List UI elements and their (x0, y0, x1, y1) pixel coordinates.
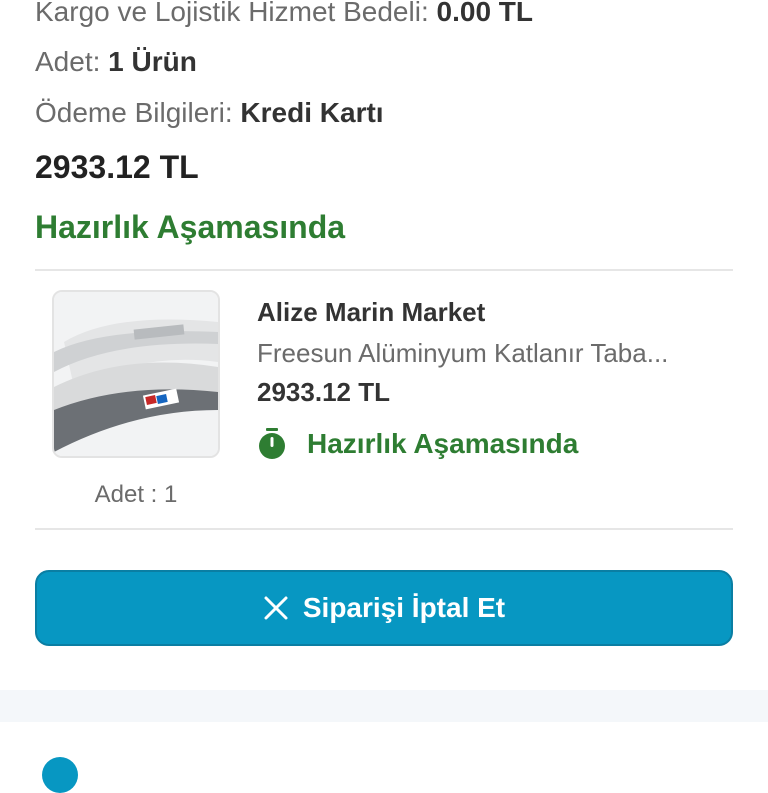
next-section-icon (42, 757, 78, 793)
order-total: 2933.12 TL (35, 149, 199, 185)
cargo-fee-value: 0.00 TL (436, 0, 533, 27)
divider (35, 269, 733, 271)
payment-row: Ödeme Bilgileri: Kredi Kartı (35, 96, 384, 130)
timer-icon (259, 428, 285, 459)
payment-label: Ödeme Bilgileri: (35, 97, 233, 128)
product-price: 2933.12 TL (257, 377, 390, 407)
cancel-order-label: Siparişi İptal Et (302, 592, 506, 623)
cancel-order-button[interactable]: Siparişi İptal Et (35, 570, 733, 646)
order-status: Hazırlık Aşamasında (35, 209, 346, 245)
payment-value: Kredi Kartı (240, 97, 384, 128)
quantity-value: 1 Ürün (108, 46, 197, 77)
cargo-fee-label: Kargo ve Lojistik Hizmet Bedeli: (35, 0, 429, 27)
cargo-fee-row: Kargo ve Lojistik Hizmet Bedeli: 0.00 TL (35, 0, 533, 29)
store-name[interactable]: Alize Marin Market (257, 296, 485, 328)
product-status: Hazırlık Aşamasında (257, 424, 578, 464)
quantity-row: Adet: 1 Ürün (35, 45, 197, 79)
divider (35, 528, 733, 530)
inflatable-boat-image (54, 292, 218, 456)
product-quantity: Adet : 1 (94, 481, 178, 508)
quantity-label: Adet: (35, 46, 101, 77)
product-name[interactable]: Freesun Alüminyum Katlanır Taba... (257, 337, 727, 369)
close-icon (264, 596, 288, 620)
product-status-text: Hazırlık Aşamasında (307, 428, 579, 459)
product-image[interactable] (52, 290, 220, 458)
section-separator (0, 690, 768, 722)
